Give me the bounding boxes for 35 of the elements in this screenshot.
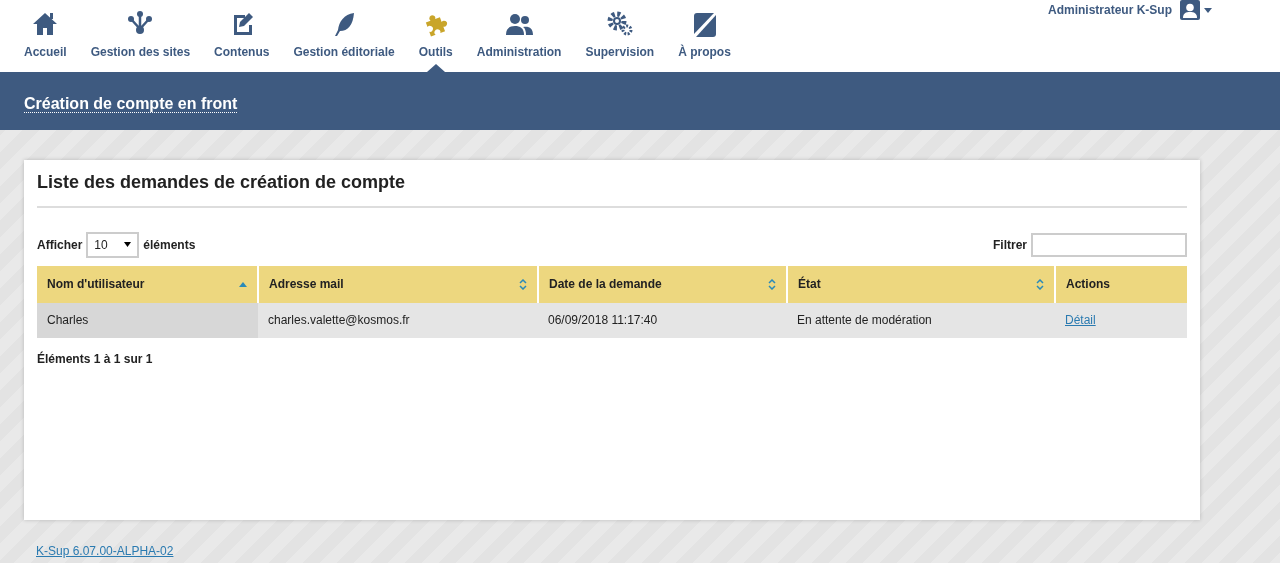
detail-link[interactable]: Détail [1065, 313, 1096, 328]
table-cell: 06/09/2018 11:17:40 [538, 302, 787, 338]
column-header[interactable]: Adresse mail [258, 265, 538, 303]
length-label: éléments [143, 236, 196, 254]
nav-tab[interactable]: Gestion éditoriale [281, 0, 407, 72]
column-header[interactable]: Actions [1055, 265, 1187, 303]
sort-icon [1036, 278, 1044, 290]
table-cell: Charles [37, 302, 258, 338]
nav-tab[interactable]: Gestion des sites [78, 0, 203, 72]
filter-label: Filtrer [993, 236, 1027, 254]
length-label: Afficher [37, 236, 83, 254]
nav-tab[interactable]: Contenus [202, 0, 282, 72]
user-name[interactable]: Administrateur K-Sup [1048, 1, 1172, 19]
version-link[interactable]: K-Sup 6.07.00-ALPHA-02 [36, 544, 174, 558]
filter-field[interactable] [1031, 232, 1187, 257]
table-cell: charles.valette@kosmos.fr [258, 302, 538, 338]
page-length-select[interactable]: 10 [86, 231, 140, 258]
user-avatar-icon[interactable] [1180, 0, 1200, 20]
caret-icon [124, 242, 132, 248]
nav-tab[interactable]: Supervision [573, 0, 667, 72]
caret-icon[interactable] [1204, 7, 1212, 13]
nav-tab[interactable]: Accueil [12, 0, 79, 72]
nav-icon [605, 10, 634, 38]
panel-title: Liste des demandes de création de compte [37, 172, 1187, 208]
page-title[interactable]: Création de compte en front [24, 95, 238, 113]
column-header[interactable]: Date de la demande [538, 265, 787, 303]
sort-icon [768, 278, 776, 290]
column-header[interactable]: État [787, 265, 1055, 303]
column-header[interactable]: Nom d'utilisateur [37, 265, 258, 303]
table-info: Éléments 1 à 1 sur 1 [37, 350, 154, 368]
sort-ascending-icon [239, 281, 247, 287]
nav-tab[interactable]: À propos [666, 0, 743, 72]
sort-icon [519, 278, 527, 290]
nav-tab[interactable]: Administration [464, 0, 574, 72]
table-cell: En attente de modération [787, 302, 1055, 338]
